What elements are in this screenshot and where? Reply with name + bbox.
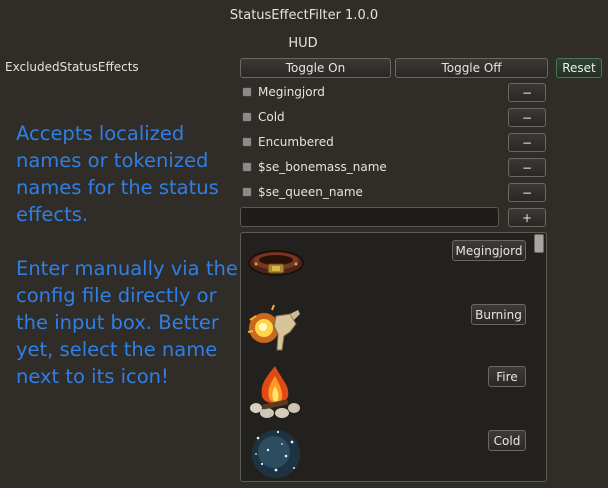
annotation-paragraph-names: Accepts localized names or tokenized nam… xyxy=(16,122,219,226)
entry-label: Cold xyxy=(258,110,285,124)
remove-entry-button[interactable]: − xyxy=(508,83,546,102)
excluded-entry: $se_queen_name xyxy=(242,183,363,201)
burning-icon[interactable] xyxy=(244,302,306,356)
entry-checkbox[interactable] xyxy=(242,112,252,122)
toggle-off-button[interactable]: Toggle Off xyxy=(395,58,548,78)
remove-entry-button[interactable]: − xyxy=(508,183,546,202)
remove-entry-button[interactable]: − xyxy=(508,158,546,177)
entry-checkbox[interactable] xyxy=(242,87,252,97)
icon-label-burning[interactable]: Burning xyxy=(471,304,526,325)
icon-list-scrollbar[interactable] xyxy=(534,234,544,253)
section-header-hud: HUD xyxy=(288,36,318,51)
entry-label: Encumbered xyxy=(258,135,334,149)
reset-button[interactable]: Reset xyxy=(556,58,602,78)
entry-label: $se_bonemass_name xyxy=(258,160,387,174)
status-effect-input[interactable] xyxy=(240,207,499,227)
excluded-entry: Megingjord xyxy=(242,83,325,101)
excluded-entry: Cold xyxy=(242,108,285,126)
window-title: StatusEffectFilter 1.0.0 xyxy=(229,8,379,23)
megingjord-belt-icon[interactable] xyxy=(246,244,306,280)
help-annotation: Accepts localized names or tokenized nam… xyxy=(16,120,238,390)
icon-label-fire[interactable]: Fire xyxy=(488,366,526,387)
excluded-entry: $se_bonemass_name xyxy=(242,158,387,176)
icon-label-cold[interactable]: Cold xyxy=(488,430,526,451)
campfire-icon[interactable] xyxy=(248,362,302,420)
remove-entry-button[interactable]: − xyxy=(508,108,546,127)
excluded-entry: Encumbered xyxy=(242,133,334,151)
entry-label: Megingjord xyxy=(258,85,325,99)
entry-checkbox[interactable] xyxy=(242,162,252,172)
remove-entry-button[interactable]: − xyxy=(508,133,546,152)
setting-label-excluded-status-effects: ExcludedStatusEffects xyxy=(5,60,139,74)
cold-frost-icon[interactable] xyxy=(248,424,304,480)
entry-label: $se_queen_name xyxy=(258,185,363,199)
icon-label-megingjord[interactable]: Megingjord xyxy=(452,240,526,261)
entry-checkbox[interactable] xyxy=(242,187,252,197)
annotation-paragraph-entry: Enter manually via the config file direc… xyxy=(16,257,238,388)
toggle-on-button[interactable]: Toggle On xyxy=(240,58,391,78)
entry-checkbox[interactable] xyxy=(242,137,252,147)
add-entry-button[interactable]: + xyxy=(508,208,546,227)
